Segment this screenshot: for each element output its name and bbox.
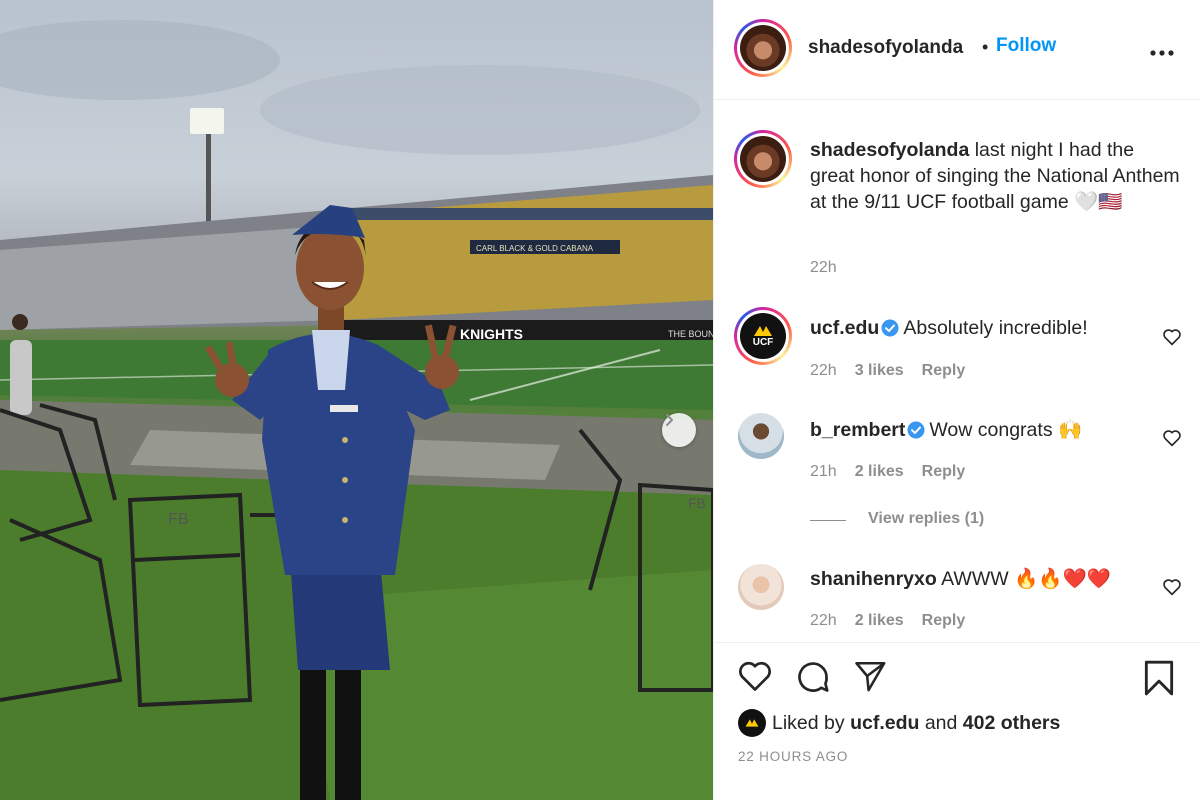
post-header: shadesofyolanda • Follow: [714, 0, 1200, 100]
post-timestamp[interactable]: 22 HOURS AGO: [738, 749, 848, 764]
post-photo[interactable]: CARL BLACK & GOLD CABANA KNIGHTS THE BOU…: [0, 0, 713, 800]
likes-middle: and: [924, 711, 958, 734]
stadium-banner-text: CARL BLACK & GOLD CABANA: [476, 244, 594, 253]
bookmark-icon[interactable]: [1142, 659, 1176, 697]
liker-avatar[interactable]: [738, 709, 766, 737]
author-username[interactable]: shadesofyolanda: [808, 37, 963, 59]
caption-time[interactable]: 22h: [810, 259, 837, 277]
likes-summary: Liked by ucf.edu and 402 others: [738, 709, 1060, 737]
caption-avatar[interactable]: [734, 130, 792, 188]
comment-avatar-ucf[interactable]: UCF: [734, 307, 792, 365]
author-photo: [740, 25, 786, 71]
reply-button[interactable]: Reply: [922, 362, 966, 379]
comment-like-heart-icon[interactable]: [1162, 578, 1182, 596]
next-photo-button[interactable]: [662, 413, 696, 447]
comment-body: shanihenryxo AWWW 🔥🔥❤️❤️: [810, 567, 1111, 591]
comment-body: b_rembert Wow congrats 🙌: [810, 418, 1082, 442]
verified-badge-icon: [881, 319, 899, 337]
comment-text: Wow congrats 🙌: [929, 419, 1083, 441]
more-icon: [1150, 50, 1174, 56]
share-icon[interactable]: [852, 659, 888, 693]
likes-prefix: Liked by: [772, 711, 845, 734]
chair-label-text: FB: [168, 511, 188, 528]
comment-username[interactable]: shanihenryxo: [810, 568, 937, 590]
chair-label-text-2: FB: [688, 495, 706, 511]
comment-meta: 22h 3 likes Reply: [810, 362, 983, 380]
comment-time[interactable]: 21h: [810, 463, 837, 480]
replies-line: [810, 520, 846, 521]
likes-user[interactable]: ucf.edu: [850, 712, 919, 735]
likes-count[interactable]: 402 others: [963, 712, 1061, 735]
comment-avatar-shanihenryxo[interactable]: [738, 564, 784, 610]
more-options-button[interactable]: [1150, 44, 1174, 62]
separator-dot: •: [982, 37, 989, 57]
comment-username[interactable]: b_rembert: [810, 419, 905, 441]
post-sidebar: shadesofyolanda • Follow shadesofyolanda…: [713, 0, 1200, 800]
comment-time[interactable]: 22h: [810, 362, 837, 379]
comment-like-heart-icon[interactable]: [1162, 429, 1182, 447]
comment-icon[interactable]: [795, 659, 831, 695]
comment-meta: 22h 2 likes Reply: [810, 612, 983, 630]
comment-meta: 21h 2 likes Reply: [810, 463, 983, 481]
comment-text: Absolutely incredible!: [903, 317, 1088, 339]
reply-button[interactable]: Reply: [922, 463, 966, 480]
bounce-board-text: THE BOUN: [668, 329, 713, 339]
comments-section[interactable]: shadesofyolanda last night I had the gre…: [714, 101, 1200, 642]
heart-icon[interactable]: [737, 659, 773, 693]
verified-badge-icon: [907, 421, 925, 439]
follow-button[interactable]: Follow: [996, 35, 1056, 57]
caption-author-photo: [740, 136, 786, 182]
comment-likes[interactable]: 3 likes: [855, 362, 904, 379]
comment-avatar-b-rembert[interactable]: [738, 413, 784, 459]
comment-body: ucf.edu Absolutely incredible!: [810, 317, 1088, 340]
stadium-scene: CARL BLACK & GOLD CABANA KNIGHTS THE BOU…: [0, 20, 713, 800]
knights-board-text: KNIGHTS: [460, 326, 523, 342]
comment-like-heart-icon[interactable]: [1162, 328, 1182, 346]
view-replies-button[interactable]: View replies (1): [868, 510, 984, 528]
comment-text: AWWW 🔥🔥❤️❤️: [941, 568, 1112, 590]
caption-username[interactable]: shadesofyolanda: [810, 139, 969, 161]
author-avatar[interactable]: [734, 19, 792, 77]
caption: shadesofyolanda last night I had the gre…: [810, 137, 1180, 215]
ucf-logo: UCF: [740, 313, 786, 359]
post-actions: Liked by ucf.edu and 402 others 22 HOURS…: [714, 642, 1200, 800]
comment-time[interactable]: 22h: [810, 612, 837, 629]
comment-likes[interactable]: 2 likes: [855, 463, 904, 480]
chevron-right-icon: [666, 414, 673, 426]
reply-button[interactable]: Reply: [922, 612, 966, 629]
comment-likes[interactable]: 2 likes: [855, 612, 904, 629]
comment-username[interactable]: ucf.edu: [810, 317, 879, 339]
